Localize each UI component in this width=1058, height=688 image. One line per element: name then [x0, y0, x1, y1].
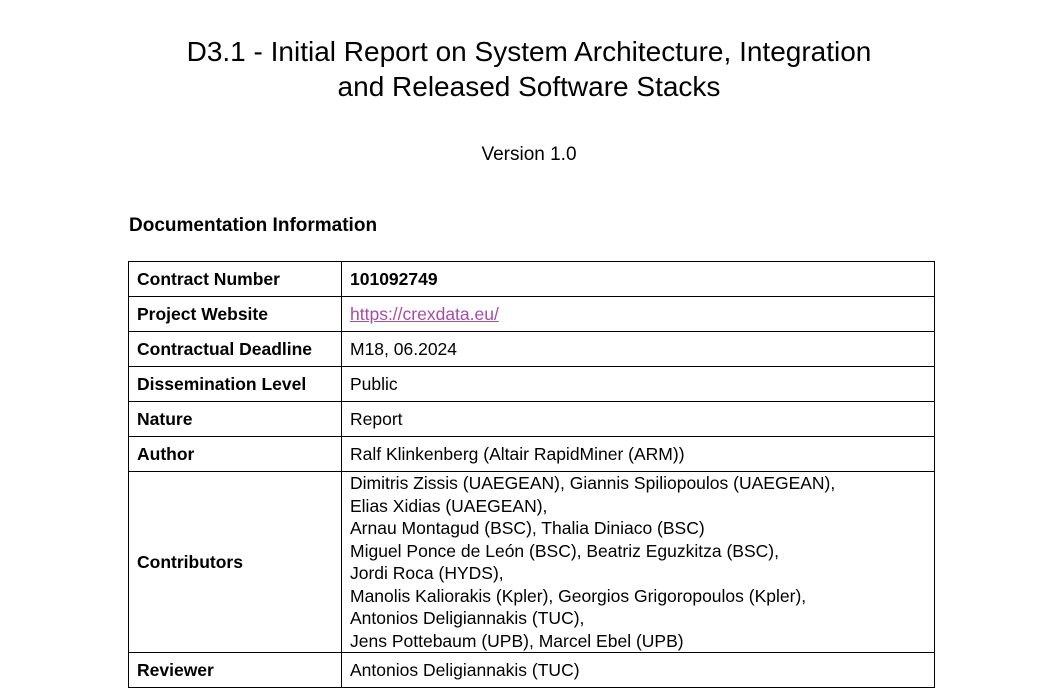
- contributor-line: Manolis Kaliorakis (Kpler), Georgios Gri…: [350, 585, 807, 606]
- contributor-line: Arnau Montagud (BSC), Thalia Diniaco (BS…: [350, 518, 705, 538]
- section-heading-documentation-information: Documentation Information: [129, 215, 378, 236]
- table-row-contributors: Contributors Dimitris Zissis (UAEGEAN), …: [128, 471, 935, 653]
- contributor-line: Jordi Roca (HYDS),: [350, 563, 504, 583]
- table-row-project-website: Project Website https://crexdata.eu/: [128, 296, 935, 332]
- table-row-author: Author Ralf Klinkenberg (Altair RapidMin…: [128, 436, 935, 472]
- document-title: D3.1 - Initial Report on System Architec…: [0, 34, 1058, 104]
- nature-value: Report: [341, 401, 935, 437]
- row-label: Contractual Deadline: [128, 331, 342, 367]
- row-label: Nature: [128, 401, 342, 437]
- row-label: Reviewer: [128, 652, 342, 688]
- document-title-line-2: and Released Software Stacks: [337, 71, 721, 102]
- row-label: Contract Number: [128, 261, 342, 297]
- dissemination-level-value: Public: [341, 366, 935, 402]
- contributor-line: Jens Pottebaum (UPB), Marcel Ebel (UPB): [350, 630, 684, 651]
- documentation-information-table: Contract Number 101092749 Project Websit…: [128, 261, 935, 688]
- document-version: Version 1.0: [481, 144, 577, 165]
- author-value: Ralf Klinkenberg (Altair RapidMiner (ARM…: [341, 436, 935, 472]
- contractual-deadline-value: M18, 06.2024: [341, 331, 935, 367]
- row-label: Contributors: [128, 471, 342, 653]
- contributor-line: Dimitris Zissis (UAEGEAN), Giannis Spili…: [350, 473, 836, 493]
- contributor-line: Elias Xidias (UAEGEAN),: [350, 495, 548, 516]
- project-website-cell: https://crexdata.eu/: [341, 296, 935, 332]
- row-label: Dissemination Level: [128, 366, 342, 402]
- contributors-list: Dimitris Zissis (UAEGEAN), Giannis Spili…: [350, 472, 926, 652]
- contributors-value: Dimitris Zissis (UAEGEAN), Giannis Spili…: [341, 471, 935, 653]
- table-row-nature: Nature Report: [128, 401, 935, 437]
- table-row-contractual-deadline: Contractual Deadline M18, 06.2024: [128, 331, 935, 367]
- row-label: Author: [128, 436, 342, 472]
- contributor-line: Miguel Ponce de León (BSC), Beatriz Eguz…: [350, 540, 779, 561]
- reviewer-value: Antonios Deligiannakis (TUC): [341, 652, 935, 688]
- table-row-dissemination-level: Dissemination Level Public: [128, 366, 935, 402]
- contributor-line: Antonios Deligiannakis (TUC),: [350, 608, 585, 628]
- document-title-line-1: D3.1 - Initial Report on System Architec…: [186, 36, 872, 67]
- project-website-link[interactable]: https://crexdata.eu/: [350, 304, 499, 324]
- table-row-reviewer: Reviewer Antonios Deligiannakis (TUC): [128, 652, 935, 688]
- contract-number-value: 101092749: [341, 261, 935, 297]
- table-row-contract-number: Contract Number 101092749: [128, 261, 935, 297]
- row-label: Project Website: [128, 296, 342, 332]
